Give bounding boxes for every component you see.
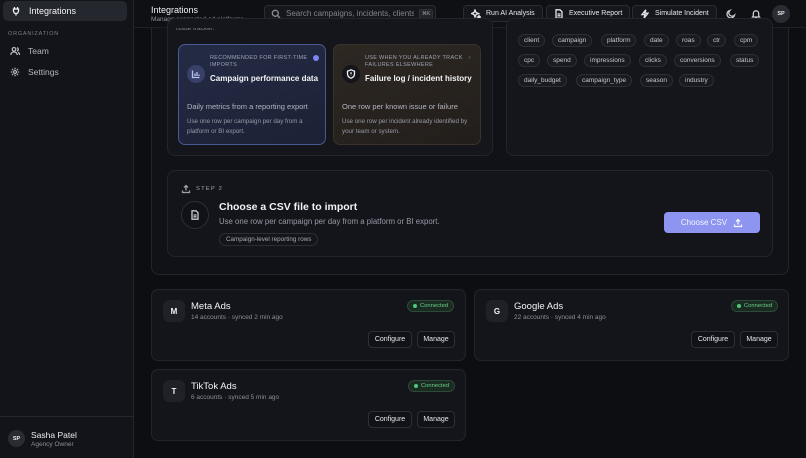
step-description: Use one row per campaign per day from a … — [219, 217, 440, 226]
button-label: Choose CSV — [680, 218, 728, 227]
document-icon — [554, 8, 564, 19]
page-title: Integrations — [151, 5, 199, 15]
manage-button[interactable]: Manage — [417, 331, 455, 348]
option-note: Use one row per campaign per day from a … — [187, 118, 303, 135]
import-type-help-text: issue tracker. — [176, 28, 215, 32]
choose-csv-button[interactable]: Choose CSV — [664, 212, 760, 233]
column-chip: roas — [676, 34, 701, 47]
column-chip: spend — [547, 54, 577, 67]
manage-button[interactable]: Manage — [417, 411, 455, 428]
option-campaign-performance[interactable]: RECOMMENDED FOR FIRST-TIME IMPORTS Campa… — [178, 44, 326, 145]
status-dot — [414, 384, 418, 388]
column-chip: conversions — [674, 54, 721, 67]
integration-card-meta-ads: M Meta Ads 14 accounts · synced 2 min ag… — [151, 289, 466, 361]
button-label: Run AI Analysis — [486, 10, 535, 17]
sidebar-section-label: ORGANIZATION — [8, 31, 60, 37]
search-icon — [271, 9, 281, 19]
user-name: Sasha Patel — [31, 430, 77, 440]
tiktok-ads-logo: T — [163, 380, 185, 402]
expected-columns-card — [506, 18, 773, 156]
moon-icon — [726, 8, 736, 19]
column-chip: daily_budget — [518, 74, 567, 87]
column-chip: campaign — [552, 34, 593, 47]
integration-name: Meta Ads — [191, 301, 231, 312]
column-chip: cpc — [518, 54, 541, 67]
integration-meta: 22 accounts · synced 4 min ago — [514, 314, 606, 321]
user-profile[interactable]: SP Sasha Patel Agency Owner — [0, 416, 133, 458]
manage-button[interactable]: Manage — [740, 331, 778, 348]
column-chip: client — [518, 34, 546, 47]
status-badge: Connected — [731, 300, 779, 312]
column-chip: industry — [679, 74, 714, 87]
sidebar-item-label: Integrations — [29, 6, 77, 16]
gear-icon — [10, 67, 20, 77]
integration-meta: 14 accounts · synced 2 min ago — [191, 314, 283, 321]
configure-button[interactable]: Configure — [368, 411, 412, 428]
step-title: Choose a CSV file to import — [219, 201, 358, 213]
bar-chart-icon — [187, 65, 205, 83]
sidebar-item-team[interactable]: Team — [3, 42, 127, 60]
lightning-icon — [640, 8, 650, 19]
option-failure-log[interactable]: USE WHEN YOU ALREADY TRACK FAILURES ELSE… — [333, 44, 481, 145]
configure-button[interactable]: Configure — [691, 331, 735, 348]
button-label: Executive Report — [569, 10, 623, 17]
option-kicker: USE WHEN YOU ALREADY TRACK FAILURES ELSE… — [365, 55, 463, 68]
column-chip: platform — [601, 34, 637, 47]
status-badge: Connected — [408, 380, 456, 392]
option-note: Use one row per incident already identif… — [342, 118, 468, 135]
user-role: Agency Owner — [31, 441, 74, 448]
option-description: Daily metrics from a reporting export — [187, 102, 308, 111]
column-chip: clicks — [639, 54, 667, 67]
integration-card-tiktok-ads: T TikTok Ads 6 accounts · synced 5 min a… — [151, 369, 466, 441]
column-chip: impressions — [584, 54, 631, 67]
sidebar: Integrations ORGANIZATION Team Settings … — [0, 0, 134, 458]
sidebar-item-integrations[interactable]: Integrations — [3, 1, 127, 21]
option-description: One row per known issue or failure — [342, 102, 458, 111]
integration-name: TikTok Ads — [191, 381, 237, 392]
integration-meta: 6 accounts · synced 5 min ago — [191, 394, 280, 401]
file-icon — [181, 201, 209, 229]
search-input[interactable] — [286, 9, 414, 18]
bell-icon — [751, 9, 761, 19]
meta-ads-logo: M — [163, 300, 185, 322]
sparkles-icon — [471, 8, 481, 19]
status-text: Connected — [421, 383, 450, 389]
button-label: Simulate Incident — [655, 10, 709, 17]
users-icon — [10, 46, 20, 56]
csv-upload-step: STEP 2 Choose a CSV file to import Use o… — [167, 170, 773, 257]
header-avatar[interactable]: SP — [772, 5, 790, 23]
status-dot — [737, 304, 741, 308]
step-label: STEP 2 — [181, 184, 223, 194]
column-chip: date — [644, 34, 669, 47]
google-ads-logo: G — [486, 300, 508, 322]
sidebar-item-label: Team — [28, 46, 49, 56]
column-chip: cpm — [734, 34, 759, 47]
configure-button[interactable]: Configure — [368, 331, 412, 348]
option-title: Campaign performance data — [210, 74, 319, 83]
upload-icon — [733, 218, 743, 228]
step-tag: Campaign-level reporting rows — [219, 233, 319, 246]
status-dot — [413, 304, 417, 308]
app-window: Integrations ORGANIZATION Team Settings … — [0, 0, 806, 458]
status-badge: Connected — [407, 300, 455, 312]
status-text: Connected — [420, 303, 449, 309]
sidebar-item-settings[interactable]: Settings — [3, 63, 127, 81]
option-title: Failure log / incident history — [365, 74, 472, 83]
column-chip: ctr — [707, 34, 727, 47]
column-chip: status — [730, 54, 760, 67]
integration-card-google-ads: G Google Ads 22 accounts · synced 4 min … — [474, 289, 789, 361]
plug-icon — [11, 6, 21, 16]
option-kicker: RECOMMENDED FOR FIRST-TIME IMPORTS — [210, 55, 308, 68]
sidebar-item-label: Settings — [28, 67, 59, 77]
integration-name: Google Ads — [514, 301, 564, 312]
shield-icon — [342, 65, 360, 83]
avatar: SP — [8, 430, 25, 447]
column-chip: campaign_type — [576, 74, 633, 87]
step-label-text: STEP 2 — [196, 186, 224, 192]
column-chip: season — [640, 74, 673, 87]
search-shortcut: ⌘K — [419, 8, 434, 19]
status-text: Connected — [744, 303, 773, 309]
upload-icon — [181, 184, 191, 194]
